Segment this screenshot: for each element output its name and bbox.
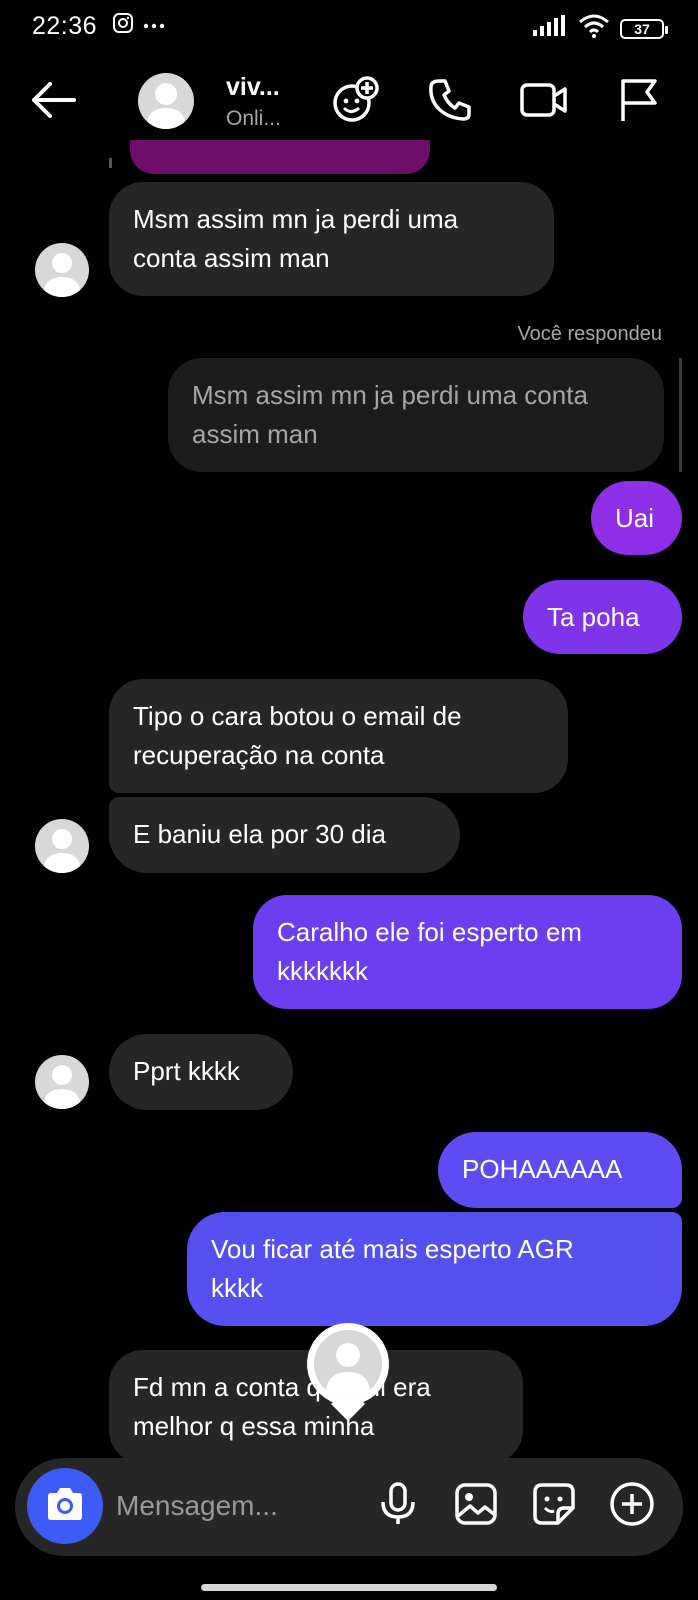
status-notification-icons (112, 12, 166, 39)
home-indicator[interactable] (201, 1584, 497, 1591)
contact-avatar[interactable] (138, 73, 194, 129)
status-time: 22:36 (32, 12, 98, 40)
wifi-icon (578, 14, 610, 43)
more-options-button[interactable] (606, 1480, 658, 1532)
message-input[interactable]: Mensagem... (116, 1490, 278, 1522)
sender-avatar (35, 243, 89, 297)
message-incoming[interactable]: Pprt kkkk (109, 1034, 293, 1110)
instagram-icon (112, 12, 134, 39)
voice-message-button[interactable] (372, 1480, 424, 1532)
gallery-icon (454, 1482, 498, 1531)
typing-avatar (314, 1330, 382, 1398)
message-incoming[interactable]: Msm assim mn ja perdi uma conta assim ma… (109, 182, 554, 296)
effects-button[interactable] (330, 75, 382, 130)
camera-icon (44, 1486, 86, 1527)
camera-button[interactable] (27, 1468, 103, 1544)
back-button[interactable] (30, 78, 76, 127)
sender-avatar (35, 1055, 89, 1109)
more-notifications-icon (142, 17, 166, 35)
status-system-icons: 37 (532, 14, 668, 43)
contact-online-status: Onli... (226, 107, 281, 130)
report-button[interactable] (612, 76, 664, 128)
message-outgoing[interactable]: Ta poha (523, 580, 682, 654)
back-arrow-icon (30, 82, 76, 126)
message-incoming[interactable]: Tipo o cara botou o email de recuperação… (109, 679, 568, 793)
battery-icon: 37 (620, 18, 668, 39)
divider (109, 158, 112, 168)
sticker-icon (532, 1482, 576, 1531)
voice-call-button[interactable] (424, 76, 476, 128)
reply-indicator (679, 358, 682, 472)
effects-icon (331, 75, 381, 130)
reply-quote[interactable]: Msm assim mn ja perdi uma conta assim ma… (168, 358, 664, 472)
message-outgoing[interactable]: Vou ficar até mais esperto AGR kkkk (187, 1212, 682, 1326)
contact-name[interactable]: viv... (226, 73, 280, 102)
plus-icon (609, 1481, 655, 1532)
video-icon (519, 80, 569, 125)
microphone-icon (378, 1481, 418, 1531)
video-call-button[interactable] (518, 76, 570, 128)
previous-message-edge (130, 140, 430, 174)
phone-icon (427, 77, 473, 128)
flag-icon (617, 77, 659, 128)
sticker-button[interactable] (528, 1480, 580, 1532)
gallery-button[interactable] (450, 1480, 502, 1532)
message-outgoing[interactable]: POHAAAAAA (438, 1132, 682, 1208)
message-incoming[interactable]: E baniu ela por 30 dia (109, 797, 460, 873)
sender-avatar (35, 819, 89, 873)
signal-icon (532, 15, 568, 42)
message-outgoing[interactable]: Uai (591, 481, 682, 555)
message-outgoing[interactable]: Caralho ele foi esperto em kkkkkkk (253, 895, 682, 1009)
reply-label: Você respondeu (517, 323, 662, 345)
